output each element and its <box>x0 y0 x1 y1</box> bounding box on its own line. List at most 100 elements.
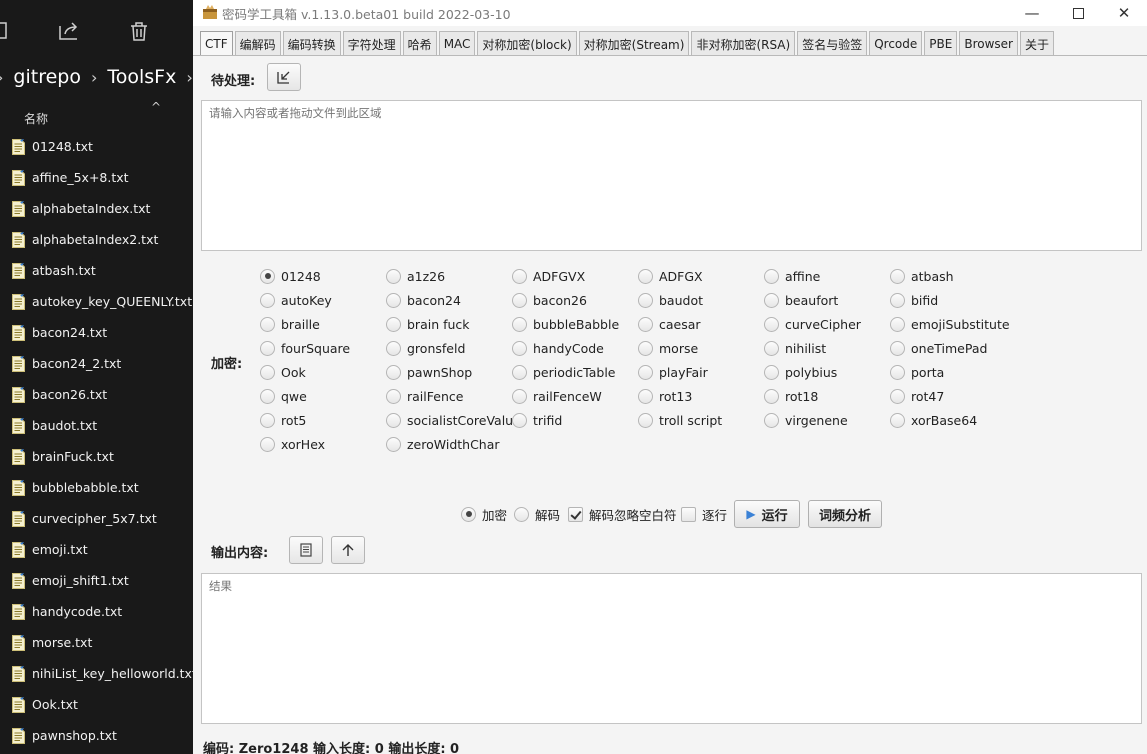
maximize-icon[interactable] <box>1055 0 1101 26</box>
cipher-option-radio[interactable]: curveCipher <box>764 314 861 334</box>
column-header[interactable]: ^ 名称 <box>0 100 193 130</box>
close-icon[interactable]: ✕ <box>1101 0 1147 26</box>
cipher-option-radio[interactable]: gronsfeld <box>386 338 465 358</box>
tab-6[interactable]: 对称加密(block) <box>477 31 577 56</box>
file-list-item[interactable]: affine_5x+8.txt <box>0 162 193 193</box>
tab-5[interactable]: MAC <box>438 31 476 56</box>
frequency-analysis-button[interactable]: 词频分析 <box>808 500 882 528</box>
cipher-option-radio[interactable]: periodicTable <box>512 362 616 382</box>
file-list-item[interactable]: pawnshop.txt <box>0 720 193 751</box>
cipher-option-radio[interactable]: troll script <box>638 410 722 430</box>
file-list-item[interactable]: bacon26.txt <box>0 379 193 410</box>
tab-8[interactable]: 非对称加密(RSA) <box>691 31 796 56</box>
cipher-option-radio[interactable]: socialistCoreValue <box>386 410 521 430</box>
cipher-option-radio[interactable]: railFenceW <box>512 386 602 406</box>
cipher-option-radio[interactable]: handyCode <box>512 338 604 358</box>
file-list-item[interactable]: brainFuck.txt <box>0 441 193 472</box>
file-list-item[interactable]: alphabetaIndex2.txt <box>0 224 193 255</box>
cipher-option-radio[interactable]: polybius <box>764 362 837 382</box>
cipher-option-radio[interactable]: trifid <box>512 410 562 430</box>
cipher-option-radio[interactable]: porta <box>890 362 944 382</box>
file-list-item[interactable]: handycode.txt <box>0 596 193 627</box>
cipher-option-radio[interactable]: pawnShop <box>386 362 472 382</box>
mode-decrypt-radio[interactable]: 解码 <box>514 504 560 524</box>
minimize-icon[interactable]: — <box>1009 0 1055 26</box>
cipher-option-radio[interactable]: caesar <box>638 314 701 334</box>
tab-3[interactable]: 字符处理 <box>342 31 401 56</box>
tab-4[interactable]: 哈希 <box>402 31 437 56</box>
tab-11[interactable]: PBE <box>924 31 958 56</box>
move-up-button[interactable] <box>331 536 365 564</box>
tab-7[interactable]: 对称加密(Stream) <box>578 31 690 56</box>
trash-icon[interactable] <box>126 18 152 44</box>
cipher-option-radio[interactable]: virgenene <box>764 410 848 430</box>
cipher-option-radio[interactable]: ADFGVX <box>512 266 585 286</box>
cipher-option-radio[interactable]: Ook <box>260 362 306 382</box>
tab-1[interactable]: 编解码 <box>234 31 281 56</box>
cipher-option-radio[interactable]: affine <box>764 266 820 286</box>
file-list-item[interactable]: morse.txt <box>0 627 193 658</box>
cipher-option-radio[interactable]: bubbleBabble <box>512 314 619 334</box>
cipher-option-radio[interactable]: bacon24 <box>386 290 461 310</box>
cipher-option-radio[interactable]: brain fuck <box>386 314 470 334</box>
file-list-item[interactable]: baudot.txt <box>0 410 193 441</box>
file-list-item[interactable]: autokey_key_QUEENLY.txt <box>0 286 193 317</box>
cipher-option-radio[interactable]: rot13 <box>638 386 692 406</box>
cipher-option-radio[interactable]: fourSquare <box>260 338 350 358</box>
cipher-option-radio[interactable]: 01248 <box>260 266 321 286</box>
tab-12[interactable]: Browser <box>959 31 1018 56</box>
file-list-item[interactable]: nihiList_key_helloworld.txt <box>0 658 193 689</box>
cipher-option-radio[interactable]: ADFGX <box>638 266 703 286</box>
cipher-option-radio[interactable]: qwe <box>260 386 307 406</box>
cipher-option-radio[interactable]: morse <box>638 338 698 358</box>
tab-13[interactable]: 关于 <box>1019 31 1054 56</box>
tab-10[interactable]: Qrcode <box>869 31 923 56</box>
file-list-item[interactable]: atbash.txt <box>0 255 193 286</box>
cipher-option-radio[interactable]: autoKey <box>260 290 332 310</box>
radio-dot <box>764 364 779 380</box>
share-icon[interactable] <box>56 18 82 44</box>
tab-2[interactable]: 编码转换 <box>282 31 341 56</box>
copy-output-button[interactable] <box>289 536 323 564</box>
cipher-option-radio[interactable]: nihilist <box>764 338 826 358</box>
import-file-button[interactable] <box>267 63 301 91</box>
cipher-option-radio[interactable]: beaufort <box>764 290 838 310</box>
file-list-item[interactable]: bacon24_2.txt <box>0 348 193 379</box>
tab-0[interactable]: CTF <box>200 31 233 56</box>
cipher-option-radio[interactable]: xorBase64 <box>890 410 977 430</box>
cipher-option-radio[interactable]: rot5 <box>260 410 306 430</box>
input-textarea[interactable] <box>201 100 1142 251</box>
cipher-option-radio[interactable]: baudot <box>638 290 703 310</box>
copy-icon[interactable] <box>0 18 18 44</box>
cipher-option-radio[interactable]: emojiSubstitute <box>890 314 1010 334</box>
cipher-option-radio[interactable]: bacon26 <box>512 290 587 310</box>
cipher-option-radio[interactable]: xorHex <box>260 434 325 454</box>
cipher-option-radio[interactable]: atbash <box>890 266 954 286</box>
output-textarea[interactable] <box>201 573 1142 724</box>
breadcrumb-gitrepo[interactable]: gitrepo <box>13 66 81 88</box>
cipher-option-radio[interactable]: zeroWidthChar <box>386 434 500 454</box>
file-list-item[interactable]: bubblebabble.txt <box>0 472 193 503</box>
cipher-option-radio[interactable]: braille <box>260 314 320 334</box>
tab-9[interactable]: 签名与验签 <box>797 31 868 56</box>
ignore-space-checkbox[interactable]: 解码忽略空白符 <box>568 504 677 524</box>
cipher-option-radio[interactable]: railFence <box>386 386 463 406</box>
file-list-item[interactable]: bacon24.txt <box>0 317 193 348</box>
cipher-option-radio[interactable]: a1z26 <box>386 266 445 286</box>
file-list-item[interactable]: Ook.txt <box>0 689 193 720</box>
file-list-item[interactable]: emoji.txt <box>0 534 193 565</box>
run-button[interactable]: ▶ 运行 <box>734 500 800 528</box>
file-list-item[interactable]: alphabetaIndex.txt <box>0 193 193 224</box>
cipher-option-radio[interactable]: bifid <box>890 290 938 310</box>
file-list-item[interactable]: curvecipher_5x7.txt <box>0 503 193 534</box>
cipher-option-radio[interactable]: oneTimePad <box>890 338 987 358</box>
cipher-option-radio[interactable]: rot47 <box>890 386 944 406</box>
file-list-item[interactable]: emoji_shift1.txt <box>0 565 193 596</box>
radio-dot <box>461 506 476 522</box>
line-by-line-checkbox[interactable]: 逐行 <box>681 504 727 524</box>
file-list-item[interactable]: 01248.txt <box>0 131 193 162</box>
cipher-option-radio[interactable]: rot18 <box>764 386 818 406</box>
breadcrumb-toolsfx[interactable]: ToolsFx <box>107 66 176 88</box>
mode-encrypt-radio[interactable]: 加密 <box>461 504 507 524</box>
cipher-option-radio[interactable]: playFair <box>638 362 708 382</box>
